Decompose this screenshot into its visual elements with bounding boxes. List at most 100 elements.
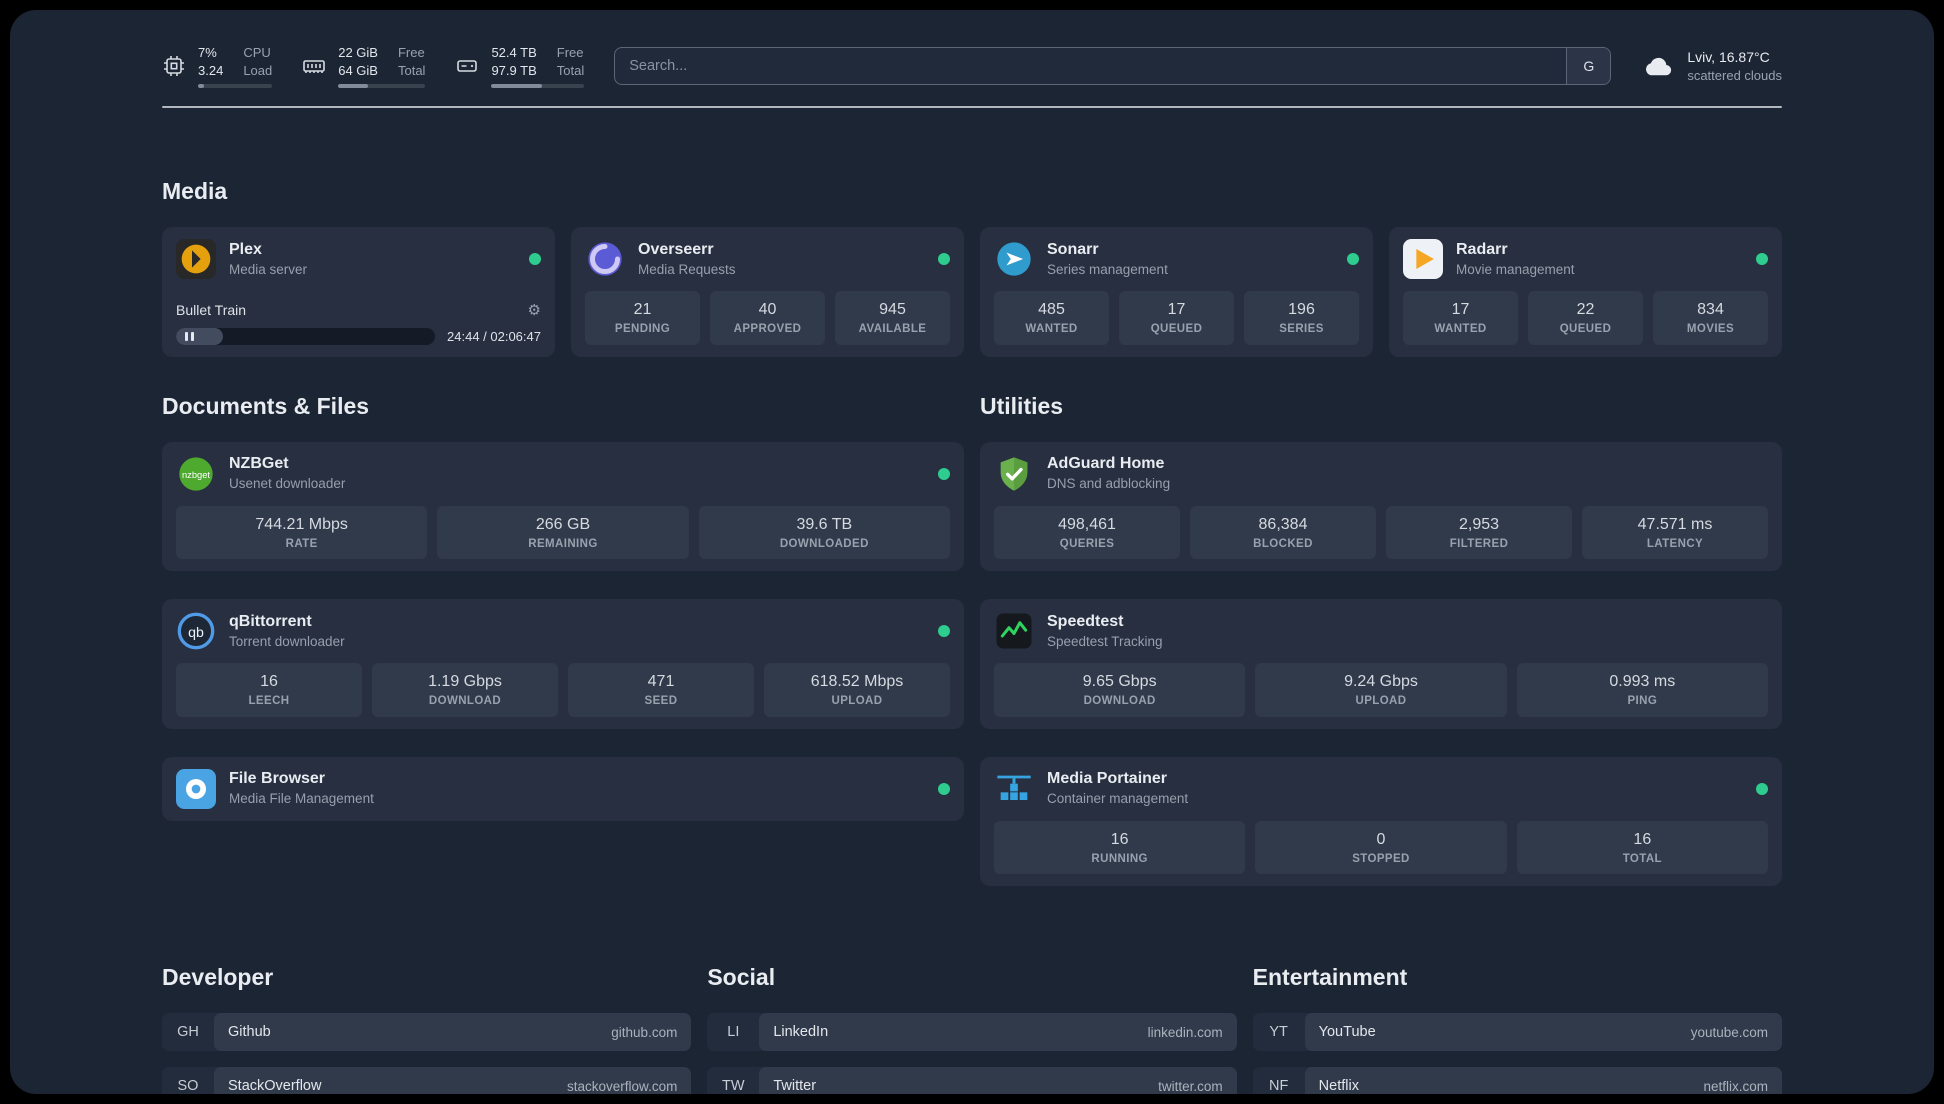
weather-location: Lviv, 16.87°C xyxy=(1687,48,1770,65)
stat-tile-upload: 618.52 Mbps UPLOAD xyxy=(764,663,950,717)
service-card-adguard: AdGuard Home DNS and adblocking 498,461 … xyxy=(980,441,1782,572)
overseerr-link[interactable]: Overseerr Media Requests xyxy=(585,239,736,279)
service-name: Media Portainer xyxy=(1047,770,1168,788)
service-name: Speedtest xyxy=(1047,612,1124,630)
stat-tile-pending: 21 PENDING xyxy=(585,291,700,345)
cpu-icon xyxy=(162,54,186,78)
sonarr-icon xyxy=(994,239,1034,279)
bookmark-youtube[interactable]: YT YouTube youtube.com xyxy=(1252,1013,1782,1052)
stat-tile-wanted: 485 WANTED xyxy=(994,291,1109,345)
memory-usage-bar xyxy=(338,84,426,89)
service-name: qBittorrent xyxy=(229,612,312,630)
topbar-divider xyxy=(162,106,1782,109)
service-description: DNS and adblocking xyxy=(1047,476,1171,492)
service-card-plex: Plex Media server Bullet Train ⚙ 24:44 /… xyxy=(162,227,555,357)
nzbget-icon: nzbget xyxy=(176,454,216,494)
adguard-link[interactable]: AdGuard Home DNS and adblocking xyxy=(994,454,1170,494)
stat-tile-queued: 17 QUEUED xyxy=(1119,291,1234,345)
qbittorrent-link[interactable]: qb qBittorrent Torrent downloader xyxy=(176,611,345,651)
disk-usage-bar xyxy=(491,84,585,89)
disk-free-label: Free xyxy=(556,45,584,60)
nzbget-link[interactable]: nzbget NZBGet Usenet downloader xyxy=(176,454,345,494)
disk-metric: 52.4 TB 97.9 TB Free Total xyxy=(455,44,585,89)
overseerr-icon xyxy=(585,239,625,279)
bookmark-twitter[interactable]: TW Twitter twitter.com xyxy=(707,1067,1237,1094)
cpu-label: CPU xyxy=(243,45,271,60)
portainer-icon xyxy=(994,769,1034,809)
sonarr-link[interactable]: Sonarr Series management xyxy=(994,239,1168,279)
service-description: Media server xyxy=(229,261,308,277)
service-card-sonarr: Sonarr Series management 485 WANTED 17 Q… xyxy=(980,227,1373,357)
developer-bookmarks-section: Developer GH Github github.com SO StackO… xyxy=(162,964,692,1094)
service-card-filebrowser: File Browser Media File Management xyxy=(162,756,964,821)
stat-tile-remaining: 266 GB REMAINING xyxy=(437,505,689,560)
documents-group-title: Documents & Files xyxy=(162,392,370,419)
service-name: File Browser xyxy=(229,770,326,788)
stat-tile-available: 945 AVAILABLE xyxy=(835,291,950,345)
memory-free-label: Free xyxy=(397,45,425,60)
plex-now-playing-widget: Bullet Train ⚙ 24:44 / 02:06:47 xyxy=(176,301,541,345)
settings-gear-icon[interactable]: ⚙ xyxy=(528,301,541,319)
service-card-nzbget: nzbget NZBGet Usenet downloader 744.21 M… xyxy=(162,441,964,572)
pause-icon[interactable] xyxy=(185,331,194,341)
bookmark-domain: youtube.com xyxy=(1690,1024,1768,1040)
service-card-qbittorrent: qb qBittorrent Torrent downloader 16 LEE… xyxy=(162,599,964,729)
stat-tile-running: 16 RUNNING xyxy=(994,820,1246,875)
service-description: Series management xyxy=(1047,261,1168,277)
stat-tile-leech: 16 LEECH xyxy=(176,663,362,717)
entertainment-bookmarks-section: Entertainment YT YouTube youtube.com NF … xyxy=(1252,964,1782,1094)
radarr-link[interactable]: Radarr Movie management xyxy=(1403,239,1575,280)
bookmark-abbr: GH xyxy=(177,1024,199,1041)
cloud-icon xyxy=(1641,49,1675,83)
svg-text:nzbget: nzbget xyxy=(182,469,210,479)
memory-icon xyxy=(302,54,326,78)
cpu-load-label: Load xyxy=(243,62,273,78)
stat-tile-queued: 22 QUEUED xyxy=(1528,291,1643,345)
bookmark-name: Github xyxy=(228,1024,271,1041)
stat-tile-queries: 498,461 QUERIES xyxy=(994,505,1180,560)
service-card-overseerr: Overseerr Media Requests 21 PENDING 40 A… xyxy=(571,227,964,357)
service-description: Media Requests xyxy=(638,261,736,277)
speedtest-link[interactable]: Speedtest Speedtest Tracking xyxy=(994,611,1163,651)
stat-tile-rate: 744.21 Mbps RATE xyxy=(176,505,428,560)
stat-tile-download: 9.65 Gbps DOWNLOAD xyxy=(994,663,1246,717)
search-provider-button[interactable]: G xyxy=(1566,48,1611,85)
memory-total-value: 64 GiB xyxy=(338,62,378,78)
bookmark-name: StackOverflow xyxy=(228,1078,322,1094)
bookmark-name: LinkedIn xyxy=(773,1024,829,1041)
status-dot xyxy=(1347,253,1359,266)
cpu-usage-bar xyxy=(198,84,273,89)
social-group-title: Social xyxy=(707,964,776,991)
adguard-icon xyxy=(994,454,1034,494)
bookmark-name: Netflix xyxy=(1318,1078,1359,1094)
bookmark-abbr: TW xyxy=(722,1078,745,1094)
documents-section: Documents & Files nzbget NZBGet Usenet d… xyxy=(162,393,964,821)
bookmark-github[interactable]: GH Github github.com xyxy=(162,1013,692,1052)
service-name: AdGuard Home xyxy=(1047,455,1165,473)
media-section: Media Plex Media server Bullet Train ⚙ 2… xyxy=(162,178,1782,357)
bookmark-domain: linkedin.com xyxy=(1147,1024,1223,1040)
entertainment-group-title: Entertainment xyxy=(1252,964,1408,991)
memory-total-label: Total xyxy=(397,62,426,78)
status-dot xyxy=(938,625,950,638)
filebrowser-link[interactable]: File Browser Media File Management xyxy=(176,768,374,809)
service-description: Media File Management xyxy=(229,791,374,807)
stat-tile-latency: 47.571 ms LATENCY xyxy=(1582,505,1768,560)
bookmark-linkedin[interactable]: LI LinkedIn linkedin.com xyxy=(707,1013,1237,1052)
service-card-portainer: Media Portainer Container management 16 … xyxy=(980,756,1782,887)
bookmark-netflix[interactable]: NF Netflix netflix.com xyxy=(1252,1067,1782,1094)
status-dot xyxy=(1756,253,1768,266)
svg-text:qb: qb xyxy=(188,625,204,641)
bookmark-stackoverflow[interactable]: SO StackOverflow stackoverflow.com xyxy=(162,1067,692,1094)
service-card-speedtest: Speedtest Speedtest Tracking 9.65 Gbps D… xyxy=(980,599,1782,729)
stat-tile-download: 1.19 Gbps DOWNLOAD xyxy=(372,663,558,717)
radarr-icon xyxy=(1403,239,1443,280)
playback-progress-bar[interactable] xyxy=(176,327,436,345)
utilities-group-title: Utilities xyxy=(980,392,1064,419)
stat-tile-filtered: 2,953 FILTERED xyxy=(1386,505,1572,560)
filebrowser-icon xyxy=(176,768,216,809)
search-input[interactable] xyxy=(614,47,1612,86)
portainer-link[interactable]: Media Portainer Container management xyxy=(994,769,1188,809)
speedtest-icon xyxy=(994,611,1034,651)
plex-link[interactable]: Plex Media server xyxy=(176,239,308,280)
